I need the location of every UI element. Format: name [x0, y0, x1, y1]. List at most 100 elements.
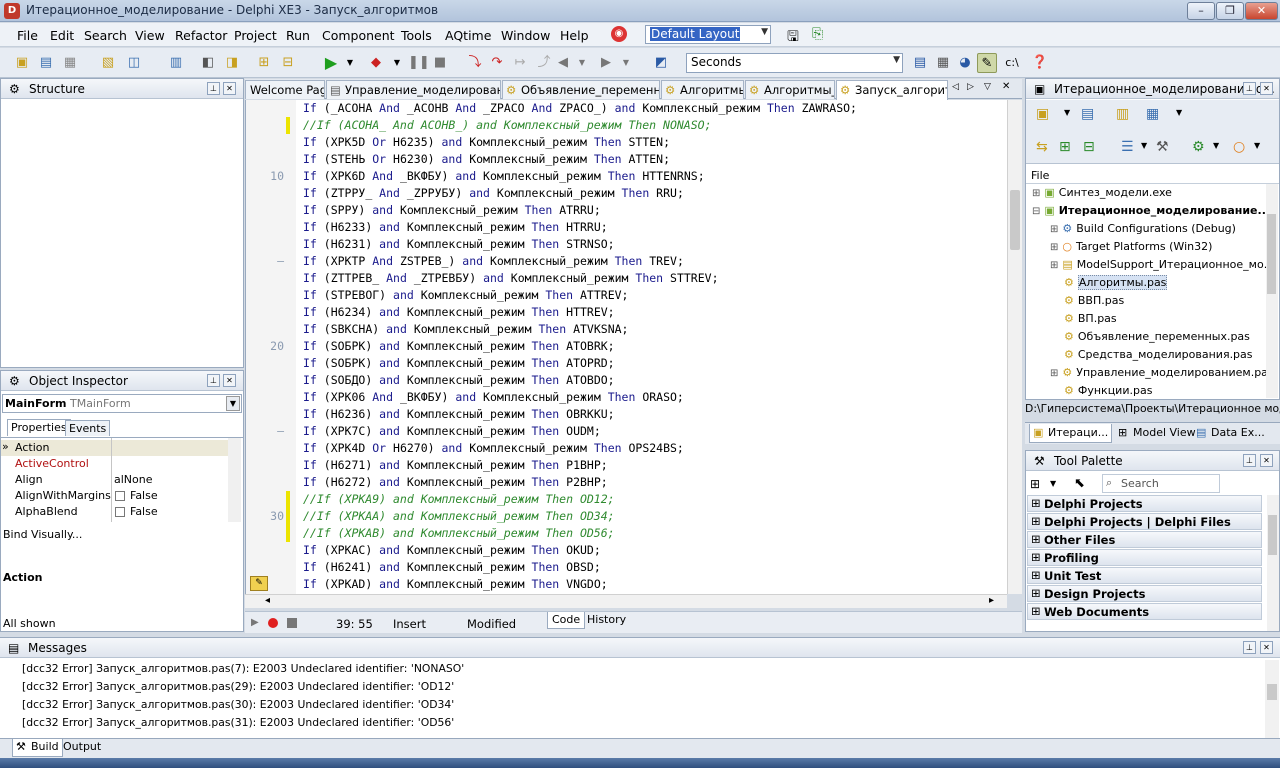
expand-icon[interactable]: ⊞: [1031, 514, 1041, 528]
play-macro-icon[interactable]: ▶: [251, 617, 259, 628]
editor-vertical-scrollbar[interactable]: [1007, 100, 1022, 594]
expand-icon[interactable]: ⊞: [1031, 550, 1041, 564]
layout-combo[interactable]: Default Layout ▼: [645, 25, 771, 44]
property-scrollbar[interactable]: [228, 438, 241, 522]
record-macro-icon[interactable]: [268, 618, 278, 628]
embarcadero-icon[interactable]: ◉: [611, 26, 627, 42]
message-line[interactable]: [dcc32 Error] Запуск_алгоритмов.pas(29):…: [22, 680, 454, 693]
code-line[interactable]: If (XPK06 And _BKФБУ) and Комплексный_ре…: [303, 389, 684, 406]
property-row[interactable]: AlphaBlend False: [1, 504, 241, 520]
save-all-icon[interactable]: ▦: [60, 53, 80, 73]
expand-icon[interactable]: ⊞: [1031, 496, 1041, 510]
minimize-button[interactable]: –: [1187, 2, 1215, 20]
palette-category[interactable]: ⊞ Web Documents: [1027, 603, 1262, 620]
open-icon[interactable]: ▤: [36, 53, 56, 73]
close-tab-icon[interactable]: ✕: [1002, 81, 1010, 92]
code-line[interactable]: If (H6231) and Комплексный_режим Then ST…: [303, 236, 615, 253]
back-arrow-icon[interactable]: ◀: [553, 53, 573, 73]
tree-item[interactable]: ⊞ ⚙ Управление_моделированием.pas: [1050, 366, 1274, 379]
chevron-down-icon[interactable]: ▼: [1213, 141, 1219, 150]
stop-macro-icon[interactable]: [287, 618, 297, 628]
chevron-down-icon[interactable]: ▼: [387, 53, 407, 73]
menu-project[interactable]: Project: [234, 28, 277, 43]
palette-category[interactable]: ⊞ Delphi Projects | Delphi Files: [1027, 513, 1262, 530]
forward-arrow-icon[interactable]: ▶: [596, 53, 616, 73]
command-prompt-icon[interactable]: c:\: [1002, 53, 1022, 73]
code-line[interactable]: If (H6234) and Комплексный_режим Then HT…: [303, 304, 615, 321]
tab-build[interactable]: ⚒ Build: [12, 739, 63, 757]
scroll-right-icon[interactable]: ▸: [989, 595, 994, 606]
open-project-icon[interactable]: ◫: [124, 53, 144, 73]
menu-run[interactable]: Run: [286, 28, 310, 43]
categories-icon[interactable]: ⊞: [1030, 477, 1040, 491]
property-value[interactable]: alNone: [114, 473, 153, 486]
aqtime-book-icon[interactable]: ◩: [651, 53, 671, 73]
property-row[interactable]: AlignWithMargins False: [1, 488, 241, 504]
code-line[interactable]: If (STPEBOГ) and Комплексный_режим Then …: [303, 287, 628, 304]
chevron-down-icon[interactable]: ▼: [1141, 141, 1147, 150]
tab-zapusk[interactable]: ⚙ Запуск_алгоритмов: [836, 80, 948, 100]
chevron-down-icon[interactable]: ▼: [893, 55, 900, 65]
sync-icon[interactable]: ⇆: [1036, 139, 1048, 155]
menu-refactor[interactable]: Refactor: [175, 28, 227, 43]
table-icon[interactable]: ▦: [933, 53, 953, 73]
close-icon[interactable]: ✕: [223, 374, 236, 387]
code-line[interactable]: If (XPK4D Or H6270) and Комплексный_режи…: [303, 440, 684, 457]
code-line[interactable]: If (_ACOHA And _ACOHB And _ZPACO And ZPA…: [303, 100, 857, 117]
messages-scrollbar[interactable]: [1265, 660, 1279, 738]
property-row[interactable]: Align alNone: [1, 472, 241, 488]
property-value[interactable]: False: [130, 489, 158, 502]
tab-events[interactable]: Events: [65, 420, 111, 436]
menu-file[interactable]: File: [17, 28, 38, 43]
editor-horizontal-scrollbar[interactable]: ◂ ▸: [245, 594, 1007, 608]
open-folder-icon[interactable]: ▥: [1116, 106, 1129, 122]
menu-view[interactable]: View: [135, 28, 165, 43]
close-button[interactable]: ✕: [1245, 2, 1278, 20]
remove-from-project-icon[interactable]: ⊟: [278, 53, 298, 73]
property-row[interactable]: ActiveControl: [1, 456, 241, 472]
code-line[interactable]: If (H6241) and Комплексный_режим Then OB…: [303, 559, 601, 576]
chevron-down-icon[interactable]: ▼: [761, 27, 768, 37]
refresh-icon[interactable]: ○: [1233, 139, 1245, 155]
tab-scroll-left-icon[interactable]: ◁: [952, 82, 959, 92]
expand-icon[interactable]: ⊞: [1031, 568, 1041, 582]
tab-list-icon[interactable]: ▽: [984, 82, 991, 92]
code-line[interactable]: If (XPK6D And _BKФБУ) and Комплексный_ре…: [303, 168, 705, 185]
maximize-button[interactable]: ❐: [1216, 2, 1244, 20]
expand-icon[interactable]: ⊞: [1032, 188, 1040, 199]
checkbox[interactable]: [115, 507, 125, 517]
code-line[interactable]: If (SBKCHA) and Комплексный_режим Then A…: [303, 321, 628, 338]
pointer-icon[interactable]: ⬉: [1074, 476, 1085, 491]
tab-project-manager[interactable]: ▣ Итераци...: [1029, 424, 1113, 443]
close-icon[interactable]: ✕: [1260, 641, 1273, 654]
tree-item[interactable]: ⚙ Объявление_переменных.pas: [1050, 330, 1250, 343]
code-line[interactable]: //If (XPKAA) and Комплексный_режим Then …: [303, 508, 615, 525]
compile-icon[interactable]: ⚙: [1192, 139, 1205, 155]
tree-item[interactable]: ⚙ Средства_моделирования.pas: [1050, 348, 1253, 361]
close-icon[interactable]: ✕: [223, 82, 236, 95]
tab-algoritmy-2[interactable]: ⚙ Алгоритмы_: [745, 80, 835, 99]
palette-category[interactable]: ⊞ Unit Test: [1027, 567, 1262, 584]
code-line[interactable]: If (STEHЬ Or H6230) and Комплексный_режи…: [303, 151, 670, 168]
pin-icon[interactable]: ⊥: [207, 82, 220, 95]
code-line[interactable]: If (XPKTP And ZSTPEB_) and Комплексный_р…: [303, 253, 684, 270]
pause-icon[interactable]: ❚❚: [408, 53, 430, 73]
pin-icon[interactable]: ⊥: [1243, 454, 1256, 467]
tree-item[interactable]: ⊟ ▣ Итерационное_моделирование...: [1032, 204, 1270, 217]
expand-icon[interactable]: ⊞: [1050, 224, 1058, 235]
message-line[interactable]: [dcc32 Error] Запуск_алгоритмов.pas(7): …: [22, 662, 464, 675]
scroll-left-icon[interactable]: ◂: [265, 595, 270, 606]
tab-model-view[interactable]: ⊞ Model View: [1115, 424, 1199, 443]
tab-welcome-page[interactable]: Welcome Page: [245, 80, 325, 99]
run-to-cursor-icon[interactable]: ↦: [510, 53, 530, 73]
set-debug-desktop-icon[interactable]: ⎘: [812, 26, 823, 42]
chevron-down-icon[interactable]: ▼: [1050, 479, 1056, 488]
view-icon[interactable]: ▦: [1146, 106, 1159, 122]
palette-category[interactable]: ⊞ Design Projects: [1027, 585, 1262, 602]
new-items-icon[interactable]: ▣: [12, 53, 32, 73]
tab-obyavlenie[interactable]: ⚙ Объявление_переменных: [502, 80, 660, 99]
tab-properties[interactable]: Properties: [7, 419, 71, 436]
expand-icon[interactable]: ⊞: [1031, 604, 1041, 618]
expand-icon[interactable]: ⊞: [1050, 242, 1058, 253]
new-form-icon[interactable]: ▧: [98, 53, 118, 73]
